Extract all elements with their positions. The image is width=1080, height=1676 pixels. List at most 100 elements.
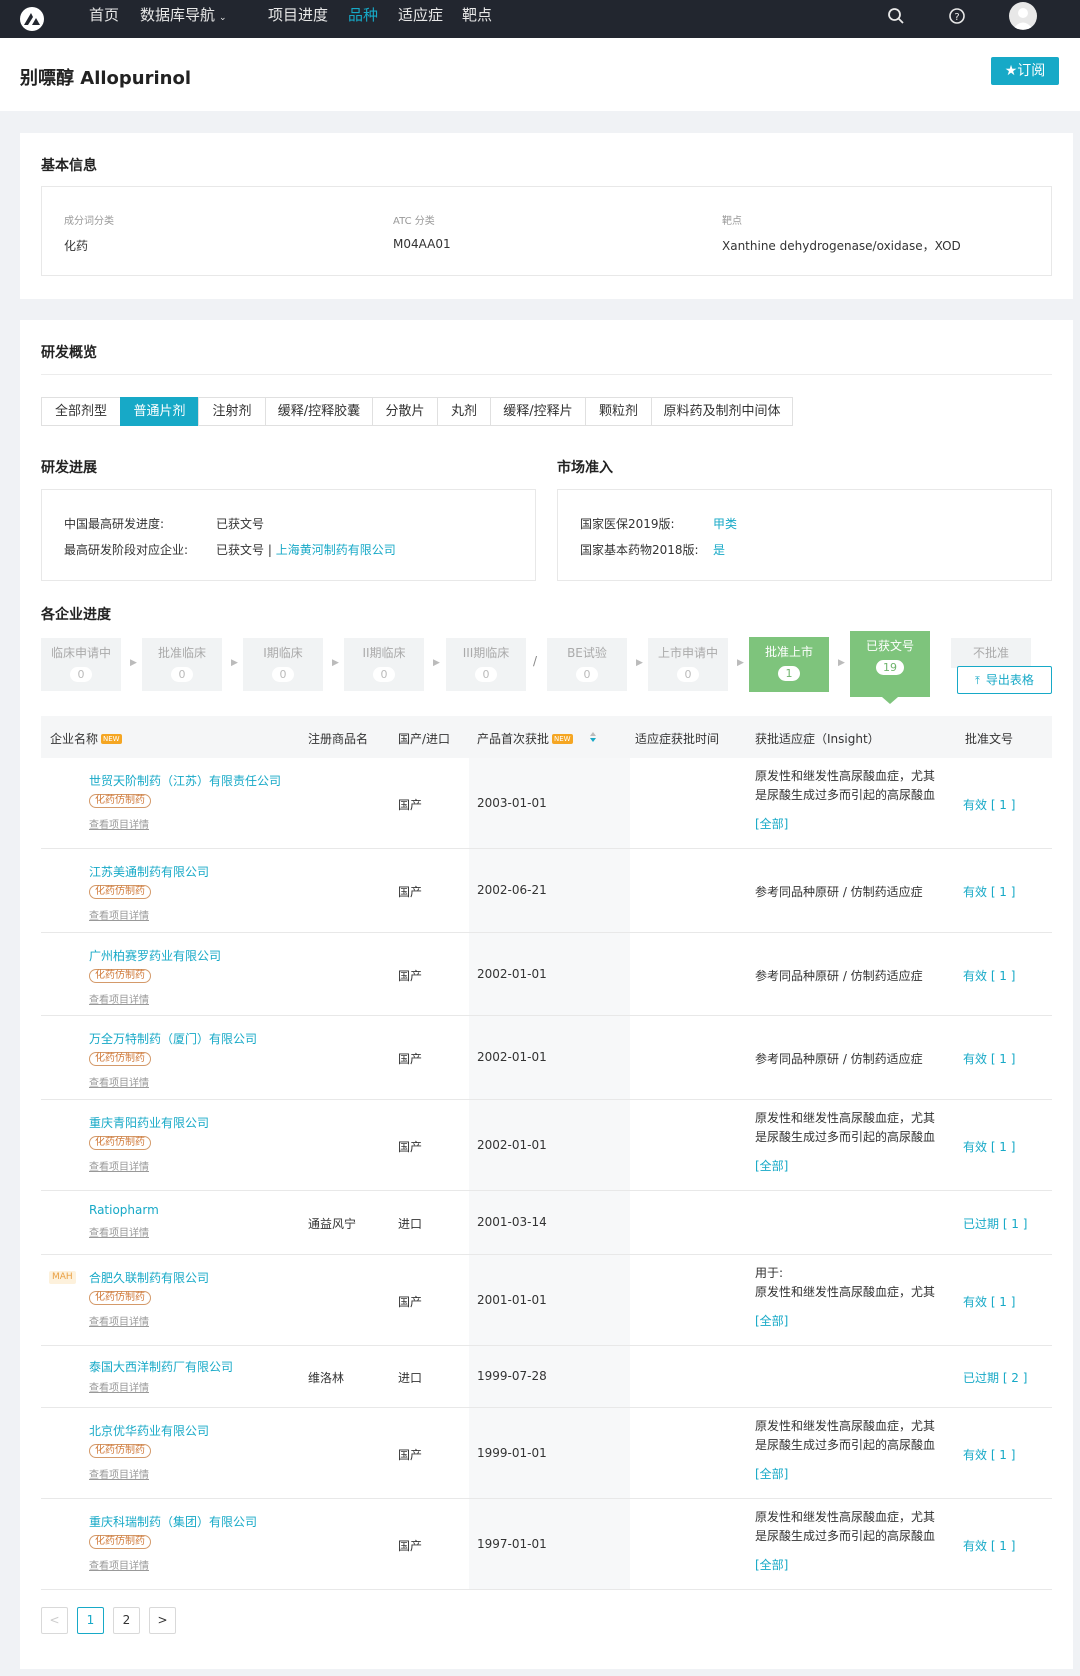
company-name-link[interactable]: 广州柏赛罗药业有限公司 bbox=[89, 947, 221, 964]
view-project-detail-link[interactable]: 查看项目详情 bbox=[89, 991, 149, 1006]
stage-be-trial[interactable]: BE试验 0 bbox=[547, 638, 627, 691]
view-project-detail-link[interactable]: 查看项目详情 bbox=[89, 816, 149, 831]
table-row: 世贸天阶制药（江苏）有限责任公司 化药仿制药 查看项目详情 国产 2003-01-01 原… bbox=[41, 758, 1052, 849]
approval-status-link[interactable]: 有效 [ 1 ] bbox=[963, 883, 1015, 900]
company-name-link[interactable]: 万全万特制药（厦门）有限公司 bbox=[89, 1030, 257, 1047]
stage-market-approved[interactable]: 批准上市 1 bbox=[749, 637, 829, 692]
company-name-link[interactable]: 江苏美通制药有限公司 bbox=[89, 863, 209, 880]
logo-icon[interactable] bbox=[18, 5, 46, 33]
market-value-2[interactable]: 是 bbox=[713, 541, 725, 558]
tab-injection[interactable]: 注射剂 bbox=[198, 397, 266, 426]
first-approval-date: 2002-01-01 bbox=[477, 967, 547, 981]
next-page-button[interactable]: > bbox=[149, 1607, 176, 1634]
view-project-detail-link[interactable]: 查看项目详情 bbox=[89, 1557, 149, 1572]
company-name-link[interactable]: 重庆科瑞制药（集团）有限公司 bbox=[89, 1513, 257, 1530]
help-icon[interactable]: ? bbox=[947, 6, 967, 26]
nav-target[interactable]: 靶点 bbox=[462, 0, 492, 38]
approval-status-link[interactable]: 有效 [ 1 ] bbox=[963, 1138, 1015, 1155]
show-all-link[interactable]: [全部] bbox=[755, 1312, 788, 1329]
origin: 国产 bbox=[398, 885, 423, 899]
table-row: 江苏美通制药有限公司 化药仿制药 查看项目详情 国产 2002-06-21 参考同品种原研… bbox=[41, 849, 1052, 933]
stage-rejected[interactable]: 不批准 bbox=[951, 638, 1031, 668]
tab-tablet[interactable]: 普通片剂 bbox=[120, 397, 199, 426]
field-label: 靶点 bbox=[722, 216, 742, 227]
subscribe-button[interactable]: ★订阅 bbox=[991, 57, 1059, 85]
nav-database[interactable]: 数据库导航 ⌄ bbox=[140, 0, 227, 38]
col-company[interactable]: 企业名称 NEW bbox=[50, 730, 122, 747]
col-first-approval[interactable]: 产品首次获批 NEW bbox=[477, 730, 573, 747]
company-name-link[interactable]: 泰国大西洋制药厂有限公司 bbox=[89, 1358, 233, 1375]
stage-label: 批准临床 bbox=[157, 646, 206, 660]
market-title: 市场准入 bbox=[557, 460, 613, 476]
stage-clinical-application[interactable]: 临床申请中 0 bbox=[41, 638, 121, 691]
stage-count: 19 bbox=[876, 660, 904, 675]
stage-label: BE试验 bbox=[567, 646, 607, 660]
stage-count: 0 bbox=[171, 667, 193, 682]
first-approval-date: 2001-01-01 bbox=[477, 1293, 547, 1307]
show-all-link[interactable]: [全部] bbox=[755, 1556, 788, 1573]
approval-status-link[interactable]: 有效 [ 1 ] bbox=[963, 1293, 1015, 1310]
search-icon[interactable] bbox=[886, 6, 906, 26]
company-name-link[interactable]: 重庆青阳药业有限公司 bbox=[89, 1114, 209, 1131]
company-name-link[interactable]: 世贸天阶制药（江苏）有限责任公司 bbox=[89, 772, 281, 789]
view-project-detail-link[interactable]: 查看项目详情 bbox=[89, 1466, 149, 1481]
approval-status-link[interactable]: 有效 [ 1 ] bbox=[963, 967, 1015, 984]
company-name-link[interactable]: 合肥久联制药有限公司 bbox=[89, 1269, 209, 1286]
page-2-button[interactable]: 2 bbox=[113, 1607, 140, 1634]
nav-progress[interactable]: 项目进度 bbox=[268, 0, 328, 38]
company-link[interactable]: 上海黄河制药有限公司 bbox=[276, 543, 396, 557]
first-approval-date: 1999-01-01 bbox=[477, 1446, 547, 1460]
progress-value-1: 已获文号 bbox=[216, 517, 265, 531]
stage-market-application[interactable]: 上市申请中 0 bbox=[648, 638, 728, 691]
avatar[interactable] bbox=[1009, 2, 1037, 30]
view-project-detail-link[interactable]: 查看项目详情 bbox=[89, 1074, 149, 1089]
stage-phase-3[interactable]: III期临床 0 bbox=[446, 638, 526, 691]
stage-phase-1[interactable]: I期临床 0 bbox=[243, 638, 323, 691]
stage-label: III期临床 bbox=[462, 646, 510, 660]
table-row: 泰国大西洋制药厂有限公司 查看项目详情 维洛林 进口 1999-07-28 已过期 [ 2… bbox=[41, 1346, 1052, 1408]
nav-variety[interactable]: 品种 bbox=[348, 0, 378, 38]
tab-all-forms[interactable]: 全部剂型 bbox=[41, 397, 121, 426]
show-all-link[interactable]: [全部] bbox=[755, 1157, 788, 1174]
prev-page-button[interactable]: < bbox=[41, 1607, 68, 1634]
view-project-detail-link[interactable]: 查看项目详情 bbox=[89, 907, 149, 922]
approval-status-link[interactable]: 有效 [ 1 ] bbox=[963, 1446, 1015, 1463]
field-value: Xanthine dehydrogenase/oxidase，XOD bbox=[722, 239, 961, 253]
company-type-tag: 化药仿制药 bbox=[89, 1444, 151, 1458]
company-type-tag: 化药仿制药 bbox=[89, 1535, 151, 1549]
nav-indication[interactable]: 适应症 bbox=[398, 0, 443, 38]
view-project-detail-link[interactable]: 查看项目详情 bbox=[89, 1224, 149, 1239]
sort-icon[interactable] bbox=[590, 731, 596, 743]
new-badge: NEW bbox=[552, 734, 573, 744]
stage-phase-2[interactable]: II期临床 0 bbox=[344, 638, 424, 691]
company-progress-title: 各企业进度 bbox=[41, 607, 111, 623]
approval-status-link[interactable]: 有效 [ 1 ] bbox=[963, 1537, 1015, 1554]
tab-pill[interactable]: 丸剂 bbox=[437, 397, 491, 426]
tab-granule[interactable]: 颗粒剂 bbox=[585, 397, 652, 426]
view-project-detail-link[interactable]: 查看项目详情 bbox=[89, 1379, 149, 1394]
show-all-link[interactable]: [全部] bbox=[755, 815, 788, 832]
origin: 国产 bbox=[398, 1295, 423, 1309]
company-name-link[interactable]: 北京优华药业有限公司 bbox=[89, 1422, 209, 1439]
company-name-link[interactable]: Ratiopharm bbox=[89, 1203, 159, 1217]
show-all-link[interactable]: [全部] bbox=[755, 1465, 788, 1482]
progress-value-2: 已获文号 | 上海黄河制药有限公司 bbox=[216, 541, 396, 558]
approval-status-link[interactable]: 已过期 [ 2 ] bbox=[963, 1369, 1027, 1386]
stage-clinical-approved[interactable]: 批准临床 0 bbox=[142, 638, 222, 691]
tab-sr-capsule[interactable]: 缓释/控释胶囊 bbox=[265, 397, 373, 426]
nav-home[interactable]: 首页 bbox=[89, 0, 119, 38]
approval-status-link[interactable]: 有效 [ 1 ] bbox=[963, 796, 1015, 813]
tab-sr-tablet[interactable]: 缓释/控释片 bbox=[490, 397, 586, 426]
tab-dispersible[interactable]: 分散片 bbox=[372, 397, 438, 426]
approval-status-link[interactable]: 有效 [ 1 ] bbox=[963, 1050, 1015, 1067]
export-table-button[interactable]: ⤒ 导出表格 bbox=[957, 666, 1052, 694]
stage-license-obtained[interactable]: 已获文号 19 bbox=[850, 631, 930, 697]
page-1-button[interactable]: 1 bbox=[77, 1607, 104, 1634]
approval-status-link[interactable]: 已过期 [ 1 ] bbox=[963, 1215, 1027, 1232]
view-project-detail-link[interactable]: 查看项目详情 bbox=[89, 1313, 149, 1328]
view-project-detail-link[interactable]: 查看项目详情 bbox=[89, 1158, 149, 1173]
table-row: 重庆青阳药业有限公司 化药仿制药 查看项目详情 国产 2002-01-01 原发性和继发性… bbox=[41, 1100, 1052, 1191]
company-type-tag: 化药仿制药 bbox=[89, 1291, 151, 1305]
tab-raw-material[interactable]: 原料药及制剂中间体 bbox=[651, 397, 793, 426]
market-value-1[interactable]: 甲类 bbox=[713, 515, 737, 532]
